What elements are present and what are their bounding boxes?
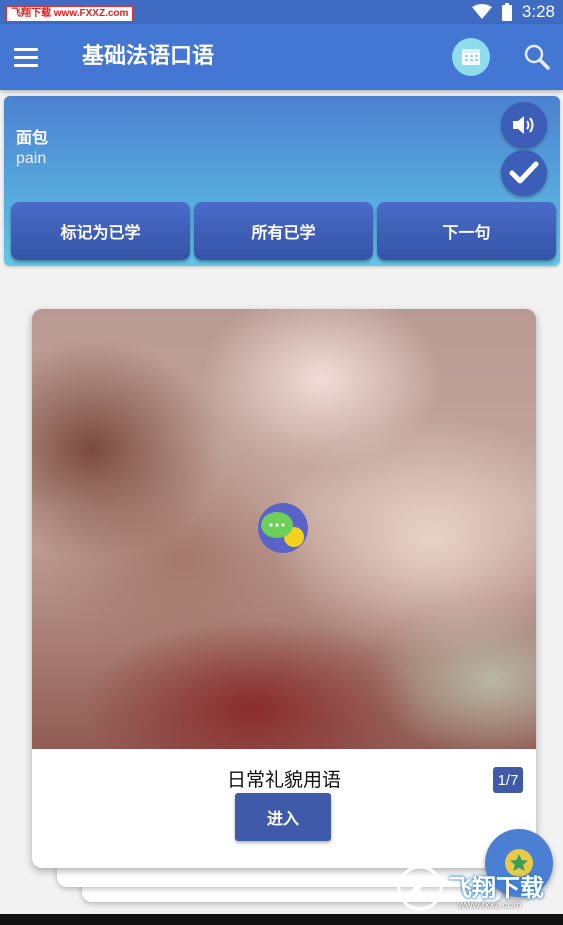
navigation-bar — [0, 914, 563, 925]
watermark-brand: 飞翔下载 — [448, 874, 544, 902]
menu-icon[interactable] — [14, 42, 46, 72]
page-badge: 1/7 — [493, 767, 523, 793]
word-french: pain — [16, 150, 47, 167]
enter-button[interactable]: 进入 — [235, 793, 331, 841]
word-card: 面包 pain 标记为已学 所有已学 下一句 — [4, 96, 560, 266]
watermark-text: 飞翔下载 www.FXXZ.com — [6, 6, 134, 22]
calendar-icon[interactable] — [452, 38, 490, 76]
watermark-emblem-icon — [397, 865, 443, 911]
action-row: 标记为已学 所有已学 下一句 — [11, 202, 556, 260]
chat-bubbles-icon — [258, 503, 308, 553]
app-bar: 基础法语口语 — [0, 24, 563, 90]
watermark-url: www.fxxz.com — [458, 900, 522, 911]
mark-learned-button[interactable]: 标记为已学 — [11, 202, 190, 260]
battery-icon — [501, 3, 512, 21]
watermark-logo: 飞翔下载 www.fxxz.com — [396, 864, 556, 914]
next-sentence-button[interactable]: 下一句 — [377, 202, 556, 260]
word-chinese: 面包 — [16, 128, 49, 147]
status-icons: 3:28 — [471, 0, 555, 24]
category-card[interactable]: 日常礼貌用语 1/7 进入 — [32, 309, 536, 868]
page-title: 基础法语口语 — [82, 44, 215, 69]
wifi-icon — [471, 4, 492, 19]
speaker-icon[interactable] — [501, 102, 547, 148]
search-icon[interactable] — [518, 38, 556, 76]
all-learned-button[interactable]: 所有已学 — [194, 202, 373, 260]
category-title: 日常礼貌用语 — [226, 769, 341, 791]
check-icon[interactable] — [501, 150, 547, 196]
status-bar: 飞翔下载 www.FXXZ.com 3:28 — [0, 0, 563, 24]
status-time: 3:28 — [521, 2, 555, 21]
